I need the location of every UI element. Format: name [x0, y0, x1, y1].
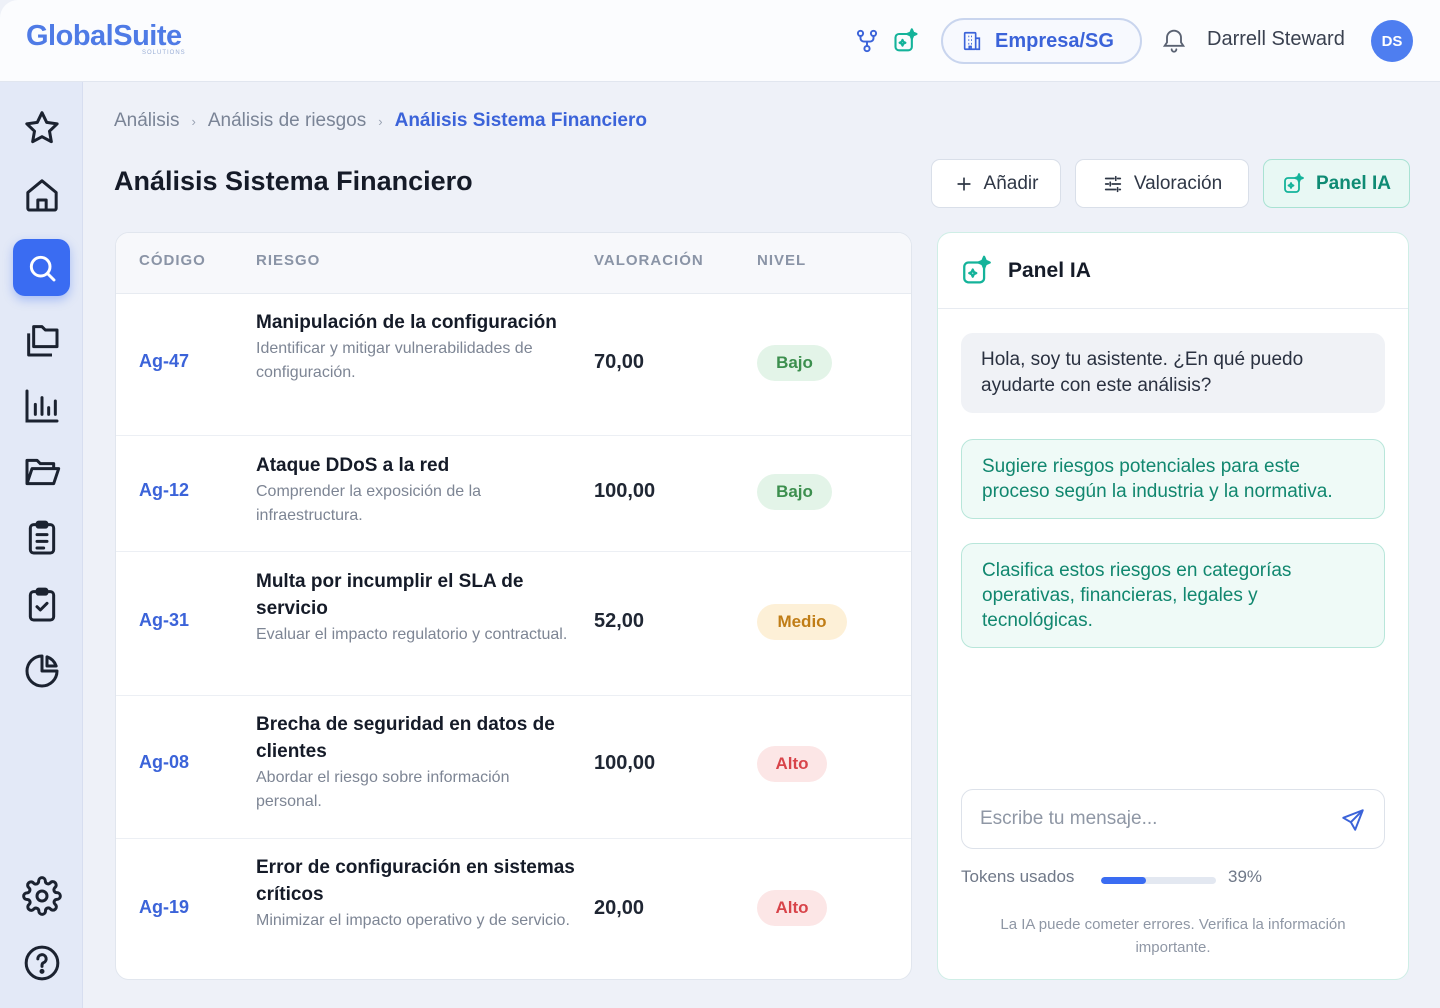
table-row[interactable]: Ag-08 Brecha de seguridad en datos de cl… — [116, 696, 911, 839]
pie-chart-icon[interactable] — [13, 642, 70, 699]
breadcrumb-item-riesgos[interactable]: Análisis de riesgos — [208, 110, 366, 132]
risk-cell: Manipulación de la configuración Identif… — [256, 309, 576, 385]
ai-panel-header: Panel IA — [938, 233, 1408, 309]
layers-icon[interactable] — [13, 311, 70, 368]
company-selector-button[interactable]: Empresa/SG — [941, 18, 1142, 64]
level-badge: Alto — [757, 746, 827, 782]
risk-cell: Multa por incumplir el SLA de servicio E… — [256, 568, 576, 647]
suggestion-chip[interactable]: Clasifica estos riesgos en categorías op… — [961, 543, 1385, 648]
star-icon[interactable] — [13, 99, 70, 156]
risk-description: Abordar el riesgo sobre información pers… — [256, 769, 510, 810]
send-icon[interactable] — [1340, 807, 1366, 838]
chat-message-input[interactable] — [980, 804, 1330, 834]
brand-logo[interactable]: GlobalSuite SOLUTIONS — [26, 20, 185, 56]
building-icon — [963, 31, 981, 51]
risk-valuation: 100,00 — [594, 480, 656, 502]
risk-code[interactable]: Ag-47 — [139, 351, 189, 372]
column-header-code[interactable]: CÓDIGO — [139, 252, 206, 269]
page-title: Análisis Sistema Financiero — [114, 166, 473, 196]
level-badge: Bajo — [757, 345, 832, 381]
risk-title: Error de configuración en sistemas críti… — [256, 857, 575, 905]
assistant-message: Hola, soy tu asistente. ¿En qué puedo ay… — [961, 333, 1385, 413]
clipboard-check-icon[interactable] — [13, 576, 70, 633]
risk-title: Multa por incumplir el SLA de servicio — [256, 571, 524, 619]
ia-panel-button[interactable]: Panel IA — [1263, 159, 1410, 208]
table-header: CÓDIGO RIESGO VALORACIÓN NIVEL — [116, 233, 911, 294]
sliders-icon — [1104, 175, 1121, 192]
company-name: Empresa/SG — [995, 29, 1114, 52]
clipboard-list-icon[interactable] — [13, 509, 70, 566]
tokens-label: Tokens usados — [961, 867, 1075, 886]
risk-title: Brecha de seguridad en datos de clientes — [256, 714, 555, 762]
bell-icon[interactable] — [1160, 26, 1188, 59]
risk-description: Evaluar el impacto regulatorio y contrac… — [256, 626, 568, 643]
risk-code[interactable]: Ag-31 — [139, 610, 189, 631]
risk-cell: Brecha de seguridad en datos de clientes… — [256, 711, 576, 814]
column-header-level[interactable]: NIVEL — [757, 252, 806, 269]
risk-cell: Ataque DDoS a la red Comprender la expos… — [256, 452, 576, 528]
risk-valuation: 52,00 — [594, 610, 645, 632]
home-icon[interactable] — [13, 166, 70, 223]
folder-open-icon[interactable] — [13, 443, 70, 500]
top-bar: GlobalSuite SOLUTIONS Empresa/SG Darrell… — [0, 0, 1440, 82]
risk-valuation: 100,00 — [594, 752, 656, 774]
risk-valuation: 20,00 — [594, 897, 645, 919]
token-progress-bar — [1101, 877, 1216, 884]
valuation-button-label: Valoración — [1133, 172, 1223, 194]
suggestion-chip[interactable]: Sugiere riesgos potenciales para este pr… — [961, 439, 1385, 519]
plus-icon — [956, 176, 971, 191]
table-row[interactable]: Ag-31 Multa por incumplir el SLA de serv… — [116, 552, 911, 696]
chat-input-box — [961, 789, 1385, 849]
avatar[interactable]: DS — [1371, 20, 1413, 62]
table-row[interactable]: Ag-47 Manipulación de la configuración I… — [116, 294, 911, 436]
tokens-percentage: 39% — [1228, 867, 1263, 886]
risk-code[interactable]: Ag-08 — [139, 752, 189, 773]
level-badge: Bajo — [757, 474, 832, 510]
sidebar — [0, 82, 83, 1008]
ai-panel-title: Panel IA — [1008, 258, 1091, 282]
ai-sparkle-icon[interactable] — [891, 26, 921, 56]
risk-description: Identificar y mitigar vulnerabilidades d… — [256, 340, 533, 381]
brand-subtitle: SOLUTIONS — [142, 50, 186, 56]
risk-table: CÓDIGO RIESGO VALORACIÓN NIVEL Ag-47 Man… — [115, 232, 912, 980]
ai-sparkle-icon — [1284, 172, 1304, 193]
chart-icon[interactable] — [13, 377, 70, 434]
risk-valuation: 70,00 — [594, 351, 645, 373]
level-badge: Alto — [757, 890, 827, 926]
risk-title: Manipulación de la configuración — [256, 312, 557, 333]
workflow-icon[interactable] — [852, 26, 882, 56]
breadcrumb-item-current: Análisis Sistema Financiero — [394, 110, 647, 131]
help-icon[interactable] — [13, 934, 70, 991]
gear-icon[interactable] — [13, 867, 70, 924]
add-button[interactable]: Añadir — [931, 159, 1061, 208]
ia-panel-button-label: Panel IA — [1316, 172, 1391, 194]
valuation-button[interactable]: Valoración — [1075, 159, 1249, 208]
breadcrumb: Análisis › Análisis de riesgos › Análisi… — [114, 110, 647, 132]
risk-description: Minimizar el impacto operativo y de serv… — [256, 912, 570, 929]
ai-panel: Panel IA Hola, soy tu asistente. ¿En qué… — [937, 232, 1409, 980]
breadcrumb-item-analisis[interactable]: Análisis — [114, 110, 179, 132]
search-icon[interactable] — [13, 239, 70, 296]
risk-description: Comprender la exposición de la infraestr… — [256, 483, 482, 524]
column-header-valuation[interactable]: VALORACIÓN — [594, 252, 704, 269]
column-header-risk[interactable]: RIESGO — [256, 252, 320, 269]
risk-code[interactable]: Ag-12 — [139, 480, 189, 501]
add-button-label: Añadir — [983, 172, 1039, 194]
table-row[interactable]: Ag-12 Ataque DDoS a la red Comprender la… — [116, 436, 911, 552]
risk-code[interactable]: Ag-19 — [139, 897, 189, 918]
ai-disclaimer: La IA puede cometer errores. Verifica la… — [1000, 916, 1346, 956]
risk-title: Ataque DDoS a la red — [256, 455, 450, 476]
token-progress-fill — [1101, 877, 1146, 884]
user-name[interactable]: Darrell Steward — [1207, 28, 1345, 51]
brand-name: GlobalSuite — [26, 20, 182, 52]
chevron-right-icon: › — [378, 113, 383, 129]
chevron-right-icon: › — [191, 113, 196, 129]
level-badge: Medio — [757, 604, 847, 640]
table-row[interactable]: Ag-19 Error de configuración en sistemas… — [116, 839, 911, 979]
token-usage: Tokens usados 39% — [961, 867, 1385, 891]
ai-sparkle-icon — [963, 255, 991, 283]
risk-cell: Error de configuración en sistemas críti… — [256, 854, 576, 933]
